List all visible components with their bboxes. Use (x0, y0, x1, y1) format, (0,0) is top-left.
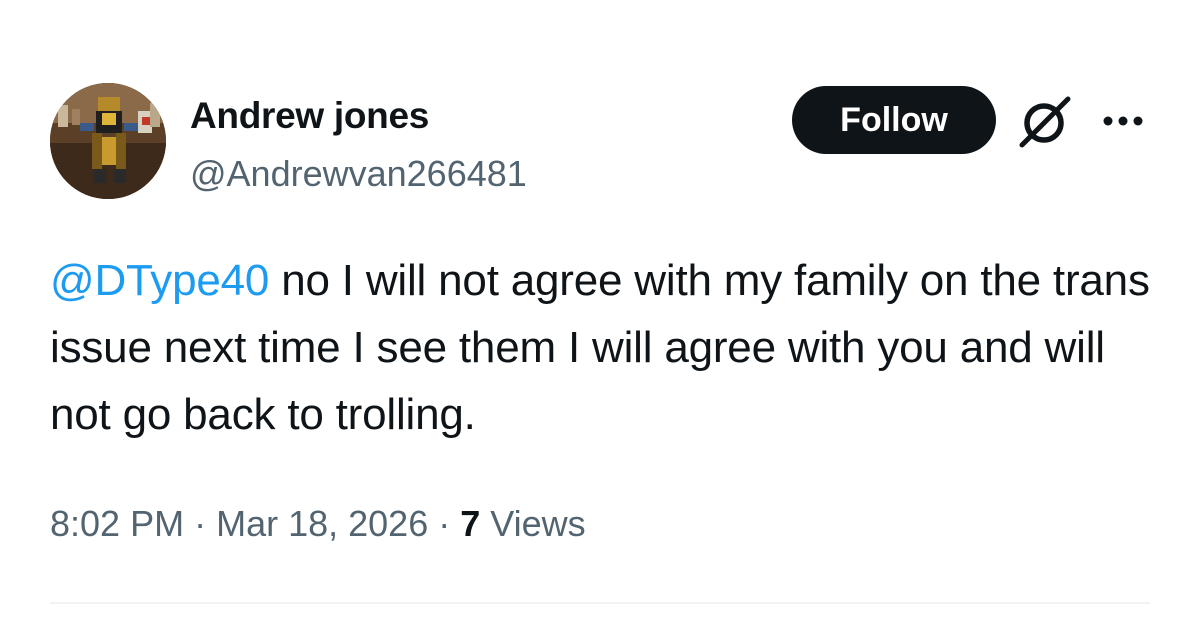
follow-button[interactable]: Follow (792, 86, 996, 154)
meta-separator: · (428, 503, 461, 544)
views-label: Views (480, 503, 586, 544)
author-display-name[interactable]: Andrew jones (190, 95, 429, 137)
avatar[interactable] (50, 83, 166, 199)
tweet-text: @DType40 no I will not agree with my fam… (50, 247, 1160, 448)
tweet-meta: 8:02 PM · Mar 18, 2026 · 7 Views (50, 503, 586, 545)
tweet-time[interactable]: 8:02 PM (50, 503, 184, 544)
author-handle[interactable]: @Andrewvan266481 (190, 153, 527, 195)
tweet-date[interactable]: Mar 18, 2026 (216, 503, 428, 544)
meta-separator: · (184, 503, 217, 544)
grok-icon[interactable] (1016, 95, 1074, 149)
views-count: 7 (460, 503, 481, 544)
mention-link[interactable]: @DType40 (50, 256, 269, 305)
divider (50, 602, 1150, 604)
more-options-icon[interactable] (1100, 106, 1146, 136)
